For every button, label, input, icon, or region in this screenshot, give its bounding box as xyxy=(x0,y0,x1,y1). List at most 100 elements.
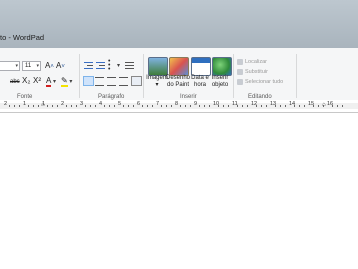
paint-icon[interactable] xyxy=(169,57,189,76)
ruler-tick xyxy=(161,105,162,107)
find-button[interactable]: Localizar xyxy=(245,59,267,65)
ruler-tick xyxy=(218,105,219,107)
font-size-dropdown[interactable]: 11 ▾ xyxy=(22,61,41,71)
ruler-tick xyxy=(237,105,238,107)
chevron-down-icon: ▾ xyxy=(15,63,18,69)
ruler-tick xyxy=(313,105,314,107)
font-name-dropdown[interactable]: ▾ xyxy=(0,61,20,71)
ruler-tick xyxy=(299,105,300,107)
align-left-button[interactable] xyxy=(83,76,94,86)
ruler-number: 2 xyxy=(61,101,65,107)
highlighter-icon: ✎ xyxy=(61,76,68,87)
window-title: to - WordPad xyxy=(0,33,45,42)
ruler-tick xyxy=(332,105,333,107)
ruler-tick xyxy=(28,105,29,107)
chevron-down-icon: ▾ xyxy=(155,82,159,88)
separator xyxy=(296,54,297,98)
ruler-tick xyxy=(180,105,181,107)
ruler-number: 3 xyxy=(80,101,84,107)
ruler-tick xyxy=(318,105,319,107)
ruler-tick xyxy=(57,105,58,107)
ruler-tick xyxy=(33,105,34,107)
ruler-tick xyxy=(147,105,148,107)
ruler-tick xyxy=(256,105,257,107)
grow-font-button[interactable]: A˄ xyxy=(45,61,54,72)
bullets-icon: • • • xyxy=(108,58,111,73)
ruler-tick xyxy=(114,105,115,107)
paragraph-dialog-button[interactable] xyxy=(131,76,142,86)
ruler-tick xyxy=(337,105,338,107)
justify-button[interactable] xyxy=(119,77,128,86)
ruler-tick xyxy=(280,105,281,107)
ruler-number: 7 xyxy=(156,101,160,107)
text-color-button[interactable]: A ▾ xyxy=(46,76,56,87)
ruler-tick xyxy=(9,105,10,107)
increase-indent-button[interactable] xyxy=(96,62,105,70)
ruler-tick xyxy=(52,105,53,107)
ruler-tick xyxy=(323,105,324,107)
highlight-color-button[interactable]: ✎ ▾ xyxy=(61,76,72,87)
image-icon[interactable] xyxy=(148,57,168,76)
ruler-number: 2 xyxy=(4,101,8,107)
align-center-button[interactable] xyxy=(95,77,104,86)
ruler-tick xyxy=(294,105,295,107)
ruler-tick xyxy=(133,105,134,107)
ruler-tick xyxy=(128,105,129,107)
ruler-tick xyxy=(261,105,262,107)
insert-object-button[interactable]: Inserir objeto xyxy=(207,75,233,89)
ruler-tick xyxy=(247,105,248,107)
separator xyxy=(233,54,234,98)
ruler-tick xyxy=(152,105,153,107)
ruler-tick xyxy=(66,105,67,107)
ruler-tick xyxy=(190,105,191,107)
ruler-tick xyxy=(275,105,276,107)
ruler-number: 1 xyxy=(42,101,46,107)
ruler-tick xyxy=(171,105,172,107)
ruler[interactable]: ⌂ ⌂ 2112345678910111213141516 xyxy=(0,100,358,113)
ruler-number: 1 xyxy=(23,101,27,107)
ruler-number: 8 xyxy=(175,101,179,107)
align-right-button[interactable] xyxy=(107,77,116,86)
ruler-number: 6 xyxy=(137,101,141,107)
ruler-tick xyxy=(95,105,96,107)
ruler-tick xyxy=(38,105,39,107)
ruler-tick xyxy=(185,105,186,107)
ruler-tick xyxy=(304,105,305,107)
decrease-indent-button[interactable] xyxy=(84,62,93,70)
ruler-tick xyxy=(223,105,224,107)
separator xyxy=(79,54,80,98)
ruler-tick xyxy=(266,105,267,107)
ruler-tick xyxy=(199,105,200,107)
select-all-button[interactable]: Selecionar tudo xyxy=(245,79,283,85)
line-spacing-button[interactable] xyxy=(125,62,135,70)
ruler-tick xyxy=(76,105,77,107)
ruler-tick xyxy=(19,105,20,107)
strikethrough-button[interactable]: abc xyxy=(10,77,20,87)
insert-object-icon[interactable] xyxy=(212,57,232,76)
ruler-number: 9 xyxy=(194,101,198,107)
calendar-icon[interactable] xyxy=(191,57,211,76)
title-bar: to - WordPad xyxy=(0,0,358,48)
ruler-tick xyxy=(166,105,167,107)
document-area[interactable] xyxy=(0,113,358,269)
ruler-tick xyxy=(228,105,229,107)
ruler-tick xyxy=(47,105,48,107)
shrink-font-button[interactable]: A˅ xyxy=(56,61,65,72)
ruler-tick xyxy=(285,105,286,107)
select-all-icon xyxy=(237,79,243,85)
font-size-value: 11 xyxy=(25,63,32,69)
superscript-button[interactable]: X² xyxy=(33,76,41,86)
ruler-tick xyxy=(109,105,110,107)
ruler-tick xyxy=(123,105,124,107)
ruler-tick xyxy=(342,105,343,107)
replace-icon xyxy=(237,69,243,75)
chevron-down-icon: ▾ xyxy=(36,63,39,69)
ruler-tick xyxy=(209,105,210,107)
find-icon xyxy=(237,59,243,65)
bullet-list-button[interactable]: • • • ▾ xyxy=(108,58,122,73)
replace-button[interactable]: Substituir xyxy=(245,69,268,75)
ruler-tick xyxy=(204,105,205,107)
subscript-button[interactable]: X₂ xyxy=(22,76,30,86)
ruler-number: 4 xyxy=(99,101,103,107)
ruler-tick xyxy=(104,105,105,107)
